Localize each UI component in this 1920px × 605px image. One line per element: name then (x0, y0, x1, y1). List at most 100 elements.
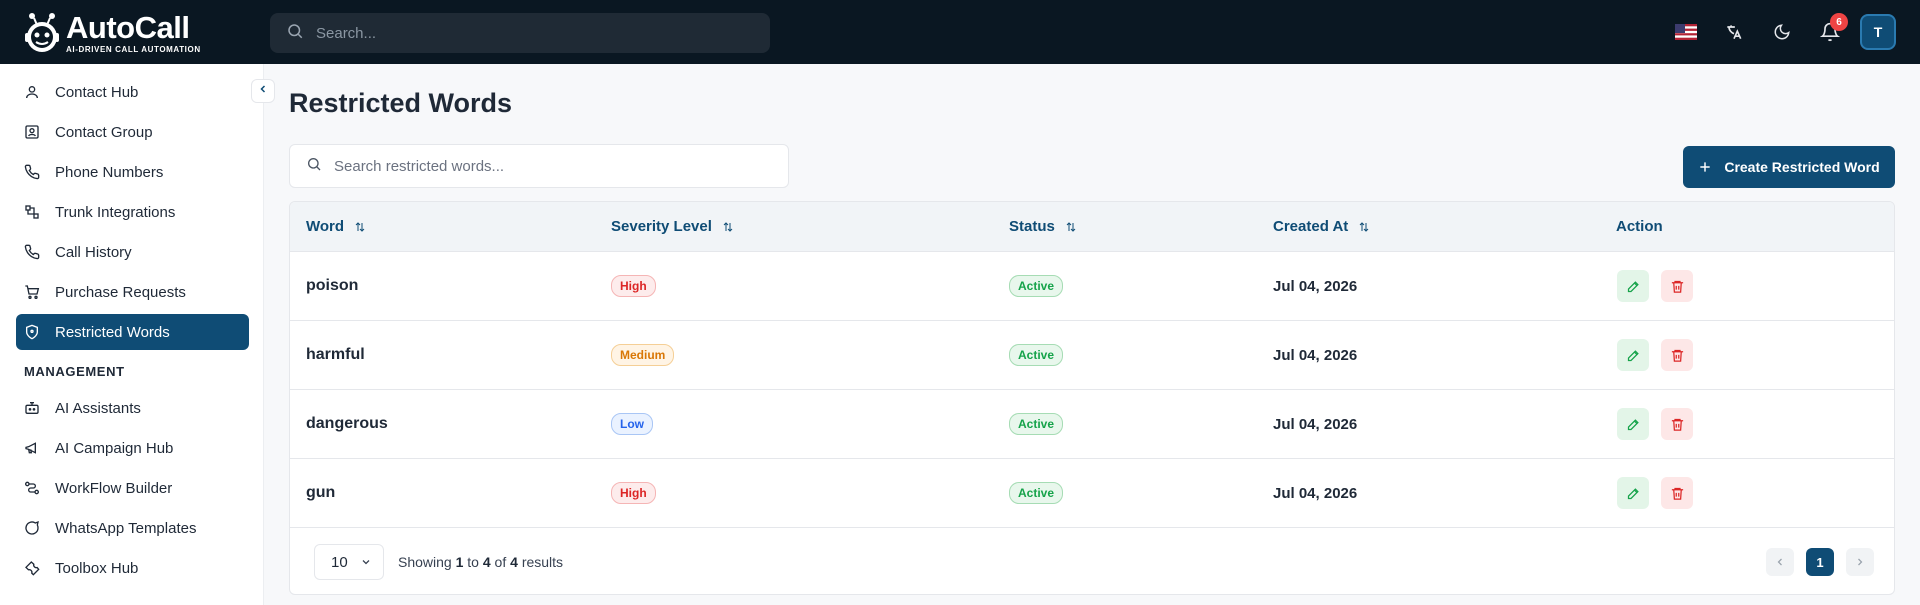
trash-icon (1671, 418, 1683, 431)
logo-subtitle: AI-DRIVEN CALL AUTOMATION (66, 44, 201, 54)
section-label-management: MANAGEMENT (24, 363, 125, 379)
sidebar-item-ai-campaign-hub[interactable]: AI Campaign Hub (16, 430, 249, 466)
table-header: Word Severity Level Status Created At Ac… (290, 202, 1894, 252)
bell-icon[interactable]: 6 (1806, 8, 1854, 56)
sidebar-item-purchase-requests[interactable]: Purchase Requests (16, 274, 249, 310)
restricted-words-search-input[interactable] (334, 157, 774, 175)
sidebar-item-label: Toolbox Hub (55, 559, 139, 577)
trash-icon (1671, 280, 1683, 293)
megaphone-icon (24, 440, 40, 456)
create-button-label: Create Restricted Word (1724, 159, 1880, 175)
global-search-input[interactable] (316, 24, 736, 42)
sidebar-item-workflow-builder[interactable]: WorkFlow Builder (16, 470, 249, 506)
top-header: AutoCall AI-DRIVEN CALL AUTOMATION Searc… (0, 0, 1920, 64)
next-page-button[interactable] (1846, 548, 1874, 576)
sidebar-item-contact-group[interactable]: Contact Group (16, 114, 249, 150)
created-at-cell: Jul 04, 2026 (1273, 277, 1358, 295)
column-header-word[interactable]: Word (306, 218, 366, 235)
edit-button[interactable] (1617, 339, 1649, 371)
sidebar: Contact Hub Contact Group Phone Numbers … (0, 64, 264, 605)
severity-badge: Low (611, 413, 653, 435)
sidebar-item-contact-hub[interactable]: Contact Hub (16, 74, 249, 110)
global-search[interactable] (270, 13, 770, 53)
table-row: dangerous Low Active Jul 04, 2026 (290, 390, 1894, 459)
chevron-down-icon (360, 556, 372, 568)
pencil-icon (1627, 349, 1639, 361)
shield-icon (24, 324, 40, 340)
sidebar-item-label: Contact Hub (55, 83, 139, 101)
sidebar-item-trunk-integrations[interactable]: Trunk Integrations (16, 194, 249, 230)
delete-button[interactable] (1661, 270, 1693, 302)
chat-icon (24, 520, 40, 536)
table-row: gun High Active Jul 04, 2026 (290, 459, 1894, 528)
sidebar-item-restricted-words[interactable]: Restricted Words (16, 314, 249, 350)
wrench-icon (24, 560, 40, 576)
sidebar-item-toolbox-hub[interactable]: Toolbox Hub (16, 550, 249, 586)
page-title: Restricted Words (289, 88, 513, 118)
pencil-icon (1627, 418, 1639, 430)
delete-button[interactable] (1661, 477, 1693, 509)
sidebar-item-label: WorkFlow Builder (55, 479, 173, 497)
restricted-words-search[interactable] (289, 144, 789, 188)
app-logo[interactable]: AutoCall AI-DRIVEN CALL AUTOMATION (22, 10, 201, 56)
table-row: harmful Medium Active Jul 04, 2026 (290, 321, 1894, 390)
sidebar-item-label: Restricted Words (55, 323, 170, 341)
plus-icon (1698, 160, 1712, 174)
sidebar-item-call-history[interactable]: Call History (16, 234, 249, 270)
workflow-icon (24, 480, 40, 496)
results-word: results (521, 554, 564, 570)
chevron-right-icon (1858, 558, 1863, 566)
edit-button[interactable] (1617, 270, 1649, 302)
severity-badge: High (611, 482, 656, 504)
sidebar-item-ai-assistants[interactable]: AI Assistants (16, 390, 249, 426)
table-row: poison High Active Jul 04, 2026 (290, 252, 1894, 321)
create-restricted-word-button[interactable]: Create Restricted Word (1683, 146, 1895, 188)
sidebar-item-label: WhatsApp Templates (55, 519, 197, 537)
notification-badge: 6 (1830, 13, 1848, 31)
contact-card-icon (24, 124, 40, 140)
trash-icon (1671, 349, 1683, 362)
column-header-status[interactable]: Status (1009, 218, 1077, 235)
status-badge: Active (1009, 482, 1064, 504)
us-flag-icon[interactable] (1662, 8, 1710, 56)
column-header-action: Action (1616, 218, 1663, 235)
sidebar-item-label: Call History (55, 243, 132, 261)
prev-page-button[interactable] (1766, 548, 1794, 576)
restricted-words-table: Word Severity Level Status Created At Ac… (289, 201, 1895, 595)
sidebar-item-label: Phone Numbers (55, 163, 164, 181)
search-icon (286, 22, 304, 45)
delete-button[interactable] (1661, 408, 1693, 440)
column-header-created-at[interactable]: Created At (1273, 218, 1370, 235)
sort-icon[interactable] (1065, 221, 1077, 233)
results-total: 4 (510, 554, 518, 570)
sidebar-item-label: AI Assistants (55, 399, 141, 417)
sort-icon[interactable] (354, 221, 366, 233)
sidebar-item-whatsapp-templates[interactable]: WhatsApp Templates (16, 510, 249, 546)
column-label: Word (306, 218, 345, 235)
avatar[interactable]: T (1860, 14, 1896, 50)
column-label: Status (1009, 218, 1055, 235)
showing-prefix: Showing (398, 554, 452, 570)
page-button-current[interactable]: 1 (1806, 548, 1834, 576)
edit-button[interactable] (1617, 477, 1649, 509)
sort-icon[interactable] (1358, 221, 1370, 233)
column-label: Severity Level (611, 218, 712, 235)
pagination: 1 (1754, 548, 1874, 576)
column-header-severity[interactable]: Severity Level (611, 218, 734, 235)
to-word: to (467, 554, 479, 570)
status-badge: Active (1009, 413, 1064, 435)
translate-icon[interactable] (1710, 8, 1758, 56)
chevron-left-icon (257, 82, 269, 100)
edit-button[interactable] (1617, 408, 1649, 440)
sidebar-collapse-button[interactable] (251, 79, 275, 103)
severity-badge: Medium (611, 344, 675, 366)
results-summary: Showing 1 to 4 of 4 results (398, 554, 563, 570)
per-page-select[interactable]: 10 (314, 544, 384, 580)
sort-icon[interactable] (722, 221, 734, 233)
sidebar-item-phone-numbers[interactable]: Phone Numbers (16, 154, 249, 190)
sidebar-item-label: Contact Group (55, 123, 153, 141)
trash-icon (1671, 487, 1683, 500)
moon-icon[interactable] (1758, 8, 1806, 56)
delete-button[interactable] (1661, 339, 1693, 371)
pencil-icon (1627, 280, 1639, 292)
